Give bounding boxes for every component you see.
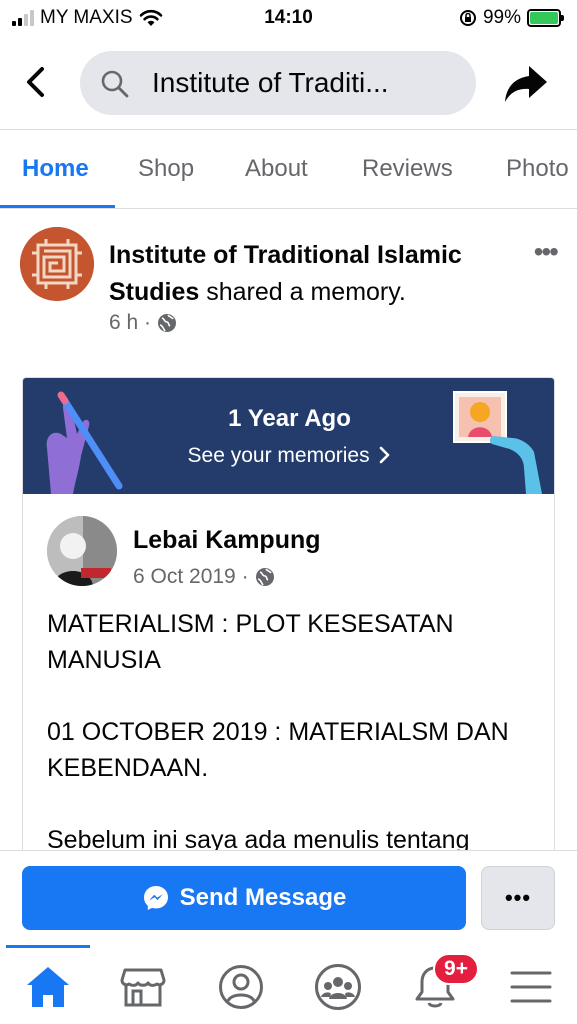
rotation-lock-icon bbox=[459, 10, 476, 26]
tab-about[interactable]: About bbox=[245, 155, 308, 183]
see-memories-text: See your memories bbox=[187, 444, 370, 467]
action-bar: Send Message ••• bbox=[0, 850, 577, 945]
author-name[interactable]: Lebai Kampung bbox=[133, 526, 321, 555]
search-icon bbox=[101, 70, 129, 98]
battery-icon bbox=[527, 9, 564, 27]
post-options-icon[interactable]: ••• bbox=[534, 236, 559, 268]
battery-percent: 99% bbox=[482, 7, 521, 28]
tab-shop[interactable]: Shop bbox=[138, 155, 194, 183]
shared-post-meta: 6 Oct 2019 · bbox=[133, 565, 275, 589]
author-avatar[interactable] bbox=[47, 516, 117, 586]
search-input[interactable]: Institute of Traditi... bbox=[80, 51, 476, 115]
bottom-tab-bar: 9+ bbox=[0, 945, 577, 1024]
home-icon[interactable] bbox=[23, 962, 73, 1012]
profile-icon[interactable] bbox=[216, 962, 266, 1012]
messenger-icon bbox=[143, 886, 168, 910]
page-tabs: Home Shop About Reviews Photo bbox=[0, 131, 577, 209]
post-paragraph: 01 OCTOBER 2019 : MATERIALSM DAN KEBENDA… bbox=[47, 718, 509, 782]
marketplace-icon[interactable] bbox=[118, 962, 168, 1012]
post-time[interactable]: 6 h · bbox=[109, 311, 151, 335]
post-title: Institute of Traditional Islamic Studies… bbox=[109, 237, 519, 311]
back-chevron-icon[interactable] bbox=[20, 66, 50, 98]
groups-icon[interactable] bbox=[313, 962, 363, 1012]
active-tab-indicator bbox=[0, 205, 115, 208]
tab-reviews[interactable]: Reviews bbox=[362, 155, 453, 183]
shared-post[interactable]: Lebai Kampung 6 Oct 2019 · MATERIALISM :… bbox=[23, 494, 554, 896]
post-meta: 6 h · bbox=[109, 311, 177, 335]
nav-header: Institute of Traditi... bbox=[0, 38, 577, 130]
search-text: Institute of Traditi... bbox=[152, 67, 389, 98]
globe-icon bbox=[255, 568, 274, 586]
status-right: 99% bbox=[459, 7, 564, 29]
menu-icon[interactable] bbox=[506, 962, 556, 1012]
post-action-text: shared a memory. bbox=[199, 278, 406, 306]
send-message-label: Send Message bbox=[179, 884, 347, 911]
hand-photo-illustration-icon bbox=[453, 391, 542, 494]
share-arrow-icon[interactable] bbox=[503, 64, 549, 104]
hand-pencil-illustration-icon bbox=[46, 391, 123, 494]
tab-photos[interactable]: Photo bbox=[506, 155, 569, 183]
send-message-button[interactable]: Send Message bbox=[22, 866, 466, 930]
active-tab-indicator bbox=[6, 945, 90, 948]
chevron-right-icon bbox=[380, 446, 390, 464]
memory-banner[interactable]: 1 Year Ago See your memories bbox=[23, 378, 554, 494]
notification-badge: 9+ bbox=[433, 953, 479, 985]
globe-icon bbox=[158, 314, 177, 332]
more-actions-button[interactable]: ••• bbox=[481, 866, 555, 930]
post-paragraph: MATERIALISM : PLOT KESESATAN MANUSIA bbox=[47, 610, 454, 674]
author-photo-icon bbox=[47, 516, 117, 586]
kufic-logo-icon bbox=[20, 227, 94, 301]
status-bar: MY MAXIS 14:10 99% bbox=[0, 0, 577, 38]
memory-card: 1 Year Ago See your memories Lebai Kampu… bbox=[22, 377, 555, 897]
tab-home[interactable]: Home bbox=[22, 155, 89, 183]
page-avatar[interactable] bbox=[20, 227, 94, 301]
shared-post-date[interactable]: 6 Oct 2019 · bbox=[133, 565, 249, 589]
post-header: Institute of Traditional Islamic Studies… bbox=[0, 210, 577, 360]
